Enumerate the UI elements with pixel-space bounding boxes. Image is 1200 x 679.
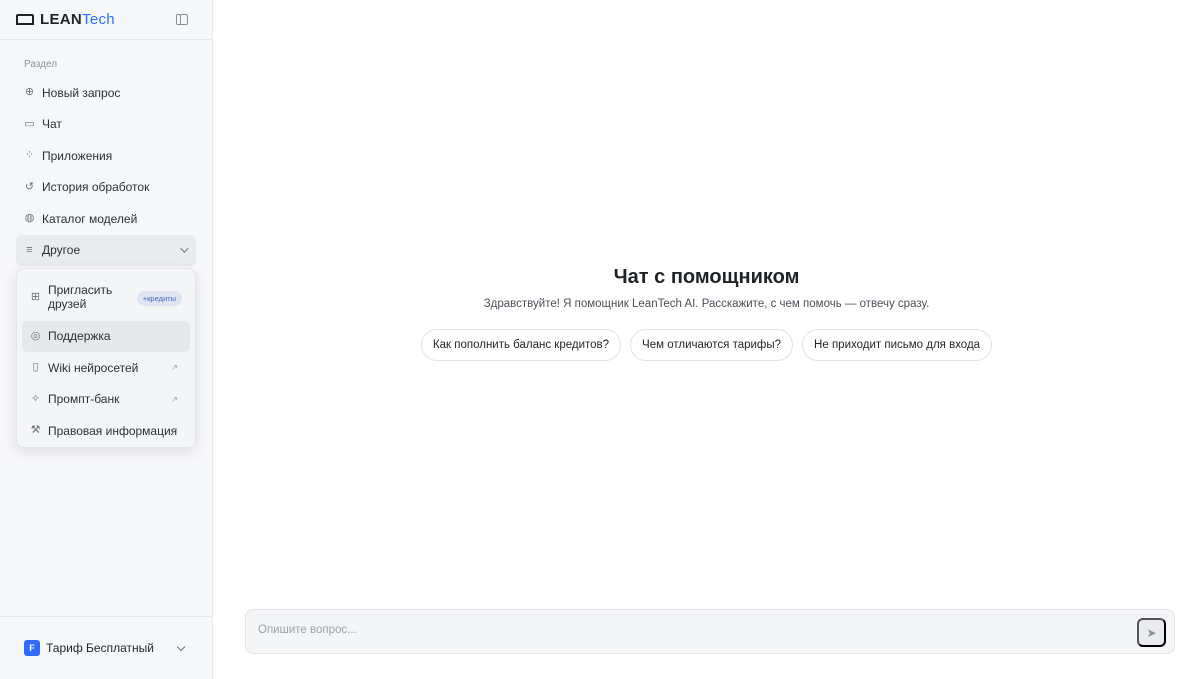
other-dropdown-menu: ⊞ Пригласить друзей +кредиты ◎ Поддержка…	[16, 268, 196, 448]
credits-badge: +кредиты	[136, 291, 182, 306]
sidebar-item-apps[interactable]: ⁘ Приложения	[16, 140, 196, 171]
page-title: Чат с помощником	[613, 266, 800, 288]
logo-mark-icon	[16, 14, 34, 25]
sidebar-item-new-request[interactable]: ⊕ Новый запрос	[16, 77, 196, 108]
sparkle-icon: ✧	[30, 392, 41, 405]
sidebar-item-models[interactable]: ◍ Каталог моделей	[16, 203, 196, 234]
globe-icon: ◍	[24, 212, 35, 224]
menu-item-invite-friends[interactable]: ⊞ Пригласить друзей +кредиты	[22, 274, 190, 320]
sidebar-item-history[interactable]: ↺ История обработок	[16, 172, 196, 203]
sidebar-item-other[interactable]: ≡ Другое	[16, 234, 196, 266]
menu-item-wiki[interactable]: ▯ Wiki нейросетей ↗	[22, 352, 190, 383]
gift-icon: ⊞	[30, 290, 41, 303]
menu-item-label: Правовая информация	[48, 423, 178, 438]
sidebar-item-label: Каталог моделей	[42, 211, 138, 226]
sidebar-item-label: Чат	[42, 117, 62, 131]
menu-item-legal[interactable]: ⚒ Правовая информация ↗	[22, 415, 190, 446]
sidebar-nav: ⊕ Новый запрос ▭ Чат ⁘ Приложения ↺ Исто…	[16, 77, 196, 266]
logo[interactable]: LEANTech	[16, 11, 115, 28]
logo-bar: LEANTech	[0, 0, 212, 40]
plan-label: Тариф Бесплатный	[46, 641, 154, 655]
suggestion-chip[interactable]: Чем отличаются тарифы?	[630, 329, 794, 361]
sidebar-item-chat[interactable]: ▭ Чат	[16, 109, 196, 140]
message-input[interactable]	[258, 624, 1118, 636]
message-composer: ➤	[245, 609, 1175, 654]
sidebar-collapse-icon[interactable]	[176, 14, 188, 25]
support-icon: ◎	[30, 329, 41, 342]
chevron-down-icon	[176, 642, 186, 652]
menu-item-support[interactable]: ◎ Поддержка	[22, 320, 190, 352]
plus-circle-icon: ⊕	[24, 86, 35, 98]
section-label: Раздел	[24, 59, 58, 70]
book-icon: ▯	[32, 361, 39, 373]
send-icon: ➤	[1146, 625, 1157, 640]
logo-text: LEANTech	[40, 11, 115, 28]
sidebar: LEANTech Раздел ⊕ Новый запрос ▭ Чат ⁘ П…	[0, 0, 213, 679]
external-link-icon: ↗	[171, 394, 178, 404]
suggestion-chip[interactable]: Не приходит письмо для входа	[802, 329, 993, 361]
menu-item-label: Поддержка	[48, 329, 111, 343]
menu-item-prompt-bank[interactable]: ✧ Промпт-банк ↗	[22, 384, 190, 415]
external-link-icon: ↗	[171, 426, 178, 435]
menu-item-label: Пригласить друзей	[48, 283, 113, 311]
suggestion-chips: Как пополнить баланс кредитов? Чем отлич…	[213, 329, 1200, 361]
message-icon: ▭	[24, 117, 35, 130]
send-button[interactable]: ➤	[1137, 618, 1166, 647]
gavel-icon: ⚒	[30, 424, 41, 436]
sidebar-item-label: Приложения	[42, 148, 113, 163]
plan-selector[interactable]: F Тариф Бесплатный	[0, 616, 212, 679]
menu-item-label: Промпт-банк	[48, 392, 120, 406]
external-link-icon: ↗	[171, 363, 178, 372]
page-subtitle: Здравствуйте! Я помощник LeanTech AI. Ра…	[483, 298, 930, 310]
history-icon: ↺	[24, 180, 35, 193]
chevron-down-icon	[180, 244, 189, 253]
sidebar-item-label: История обработок	[42, 180, 150, 194]
sidebar-item-label: Новый запрос	[42, 85, 121, 100]
menu-item-label: Wiki нейросетей	[48, 360, 139, 375]
grid-icon: ⁘	[24, 149, 35, 161]
sidebar-item-label: Другое	[42, 243, 81, 257]
plan-badge: F	[24, 640, 40, 656]
suggestion-chip[interactable]: Как пополнить баланс кредитов?	[420, 329, 622, 361]
menu-icon: ≡	[26, 243, 33, 256]
